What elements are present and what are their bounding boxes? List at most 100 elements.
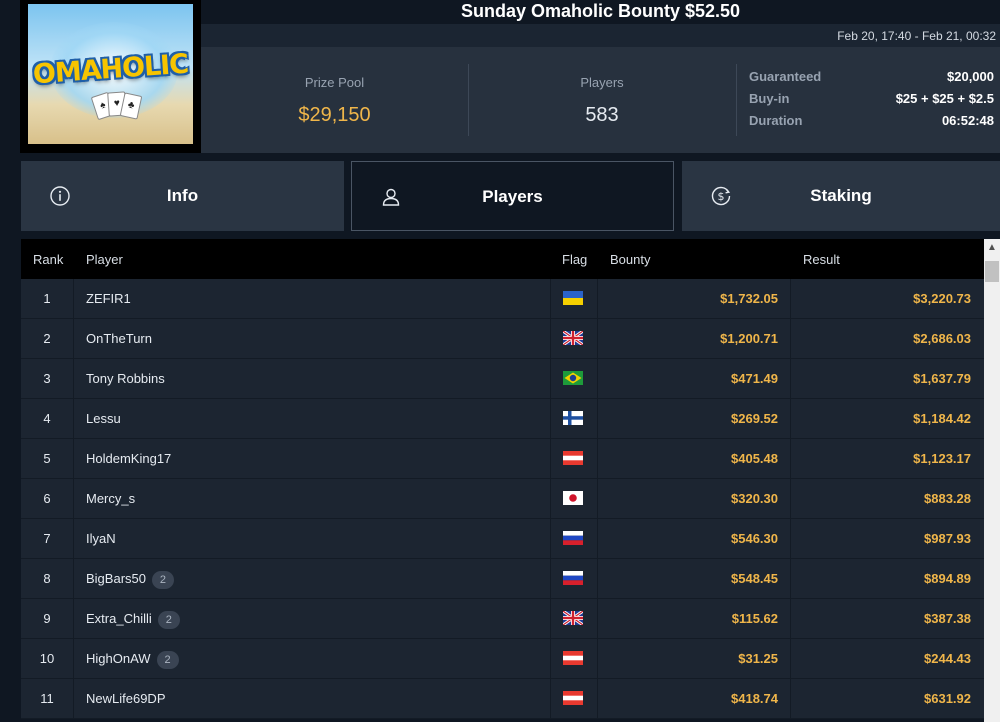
rank-cell: 8 — [21, 559, 74, 598]
player-name: Mercy_s — [86, 491, 136, 506]
flag-japan-icon — [563, 491, 583, 505]
entries-badge: 2 — [156, 650, 179, 669]
column-divider — [790, 519, 791, 558]
header-rank[interactable]: Rank — [33, 252, 63, 267]
tournament-logo: ♠ ♥ ♣ OMAHOLIC — [20, 0, 201, 153]
column-divider — [790, 679, 791, 718]
table-body: 1 ZEFIR1 $1,732.05 $3,220.73 2 OnTheTurn $1,20… — [21, 279, 984, 719]
flag-cell — [550, 319, 598, 358]
table-row[interactable]: 3 Tony Robbins $471.49 $1,637.79 — [21, 359, 984, 399]
rank-cell: 1 — [21, 279, 74, 318]
rank-cell: 6 — [21, 479, 74, 518]
flag-cell — [550, 559, 598, 598]
flag-austria-icon — [563, 451, 583, 465]
buyin-label: Buy-in — [749, 91, 790, 106]
player-cell[interactable]: BigBars50 2 — [86, 559, 174, 598]
result-cell: $631.92 — [924, 691, 971, 706]
rank-cell: 2 — [21, 319, 74, 358]
result-cell: $883.28 — [924, 491, 971, 506]
result-cell: $3,220.73 — [913, 291, 971, 306]
tab-bar: Info Players $ Staking — [21, 161, 1000, 231]
tab-players-label: Players — [482, 187, 543, 206]
column-divider — [790, 559, 791, 598]
result-cell: $387.38 — [924, 611, 971, 626]
table-scrollbar[interactable]: ▲ — [984, 239, 1000, 722]
table-row[interactable]: 11 NewLife69DP $418.74 $631.92 — [21, 679, 984, 719]
result-cell: $2,686.03 — [913, 331, 971, 346]
player-cell[interactable]: OnTheTurn — [86, 319, 152, 358]
table-row[interactable]: 1 ZEFIR1 $1,732.05 $3,220.73 — [21, 279, 984, 319]
player-cell[interactable]: Extra_Chilli 2 — [86, 599, 180, 638]
scroll-up-arrow-icon[interactable]: ▲ — [984, 239, 1000, 256]
bounty-cell: $31.25 — [738, 651, 778, 666]
player-name: IlyaN — [86, 531, 116, 546]
scroll-thumb[interactable] — [985, 261, 999, 282]
tab-info-label: Info — [166, 186, 199, 205]
table-header: Rank Player Flag Bounty Result — [21, 239, 984, 279]
player-name: Tony Robbins — [86, 371, 165, 386]
table-row[interactable]: 4 Lessu $269.52 $1,184.42 — [21, 399, 984, 439]
rank-cell: 11 — [21, 679, 74, 718]
header-bounty[interactable]: Bounty — [610, 252, 650, 267]
flag-cell — [550, 439, 598, 478]
players-label: Players — [580, 75, 624, 90]
rank-cell: 5 — [21, 439, 74, 478]
player-cell[interactable]: Tony Robbins — [86, 359, 165, 398]
flag-cell — [550, 679, 598, 718]
guaranteed-label: Guaranteed — [749, 69, 822, 84]
player-cell[interactable]: Mercy_s — [86, 479, 135, 518]
header-result[interactable]: Result — [803, 252, 840, 267]
player-cell[interactable]: Lessu — [86, 399, 121, 438]
header-player[interactable]: Player — [86, 252, 123, 267]
table-row[interactable]: 6 Mercy_s $320.30 $883.28 — [21, 479, 984, 519]
tournament-dates: Feb 20, 17:40 - Feb 21, 00:32 — [837, 29, 996, 43]
stats-panel: Prize Pool $29,150 Players 583 Guarantee… — [201, 47, 1000, 153]
logo-artwork: ♠ ♥ ♣ OMAHOLIC — [28, 4, 193, 144]
bounty-cell: $1,200.71 — [720, 331, 778, 346]
title-bar: Sunday Omaholic Bounty $52.50 — [201, 0, 1000, 24]
table-row[interactable]: 5 HoldemKing17 $405.48 $1,123.17 — [21, 439, 984, 479]
tournament-meta: Guaranteed $20,000 Buy-in $25 + $25 + $2… — [749, 69, 994, 135]
entries-badge: 2 — [157, 610, 180, 629]
date-strip: Feb 20, 17:40 - Feb 21, 00:32 — [201, 24, 1000, 47]
flag-brazil-icon — [563, 371, 583, 385]
tournament-title: Sunday Omaholic Bounty $52.50 — [460, 1, 741, 21]
player-name: Extra_Chilli — [86, 611, 152, 626]
bounty-cell: $546.30 — [731, 531, 778, 546]
bounty-cell: $320.30 — [731, 491, 778, 506]
guaranteed-value: $20,000 — [947, 69, 994, 84]
player-name: OnTheTurn — [86, 331, 152, 346]
bounty-cell: $405.48 — [731, 451, 778, 466]
player-cell[interactable]: HighOnAW 2 — [86, 639, 179, 678]
table-row[interactable]: 7 IlyaN $546.30 $987.93 — [21, 519, 984, 559]
tab-staking[interactable]: $ Staking — [682, 161, 1000, 231]
table-row[interactable]: 2 OnTheTurn $1,200.71 $2,686.03 — [21, 319, 984, 359]
flag-cell — [550, 599, 598, 638]
duration-value: 06:52:48 — [941, 113, 994, 128]
rank-cell: 9 — [21, 599, 74, 638]
column-divider — [790, 599, 791, 638]
player-cell[interactable]: ZEFIR1 — [86, 279, 131, 318]
tab-info[interactable]: Info — [21, 161, 344, 231]
bounty-cell: $471.49 — [731, 371, 778, 386]
tab-players[interactable]: Players — [351, 161, 674, 231]
guaranteed-row: Guaranteed $20,000 — [749, 69, 994, 91]
header-flag[interactable]: Flag — [562, 252, 587, 267]
flag-austria-icon — [563, 691, 583, 705]
player-cell[interactable]: NewLife69DP — [86, 679, 166, 718]
table-row[interactable]: 8 BigBars50 2 $548.45 $894.89 — [21, 559, 984, 599]
flag-ukraine-icon — [563, 291, 583, 305]
duration-row: Duration 06:52:48 — [749, 113, 994, 135]
player-cell[interactable]: IlyaN — [86, 519, 116, 558]
column-divider — [790, 399, 791, 438]
player-name: HoldemKing17 — [86, 451, 172, 466]
table-row[interactable]: 10 HighOnAW 2 $31.25 $244.43 — [21, 639, 984, 679]
player-cell[interactable]: HoldemKing17 — [86, 439, 171, 478]
flag-united-kingdom-icon — [563, 331, 583, 345]
bounty-cell: $269.52 — [731, 411, 778, 426]
rank-cell: 7 — [21, 519, 74, 558]
flag-cell — [550, 519, 598, 558]
table-row[interactable]: 9 Extra_Chilli 2 $115.62 $387.38 — [21, 599, 984, 639]
flag-cell — [550, 279, 598, 318]
flag-russia-icon — [563, 571, 583, 585]
